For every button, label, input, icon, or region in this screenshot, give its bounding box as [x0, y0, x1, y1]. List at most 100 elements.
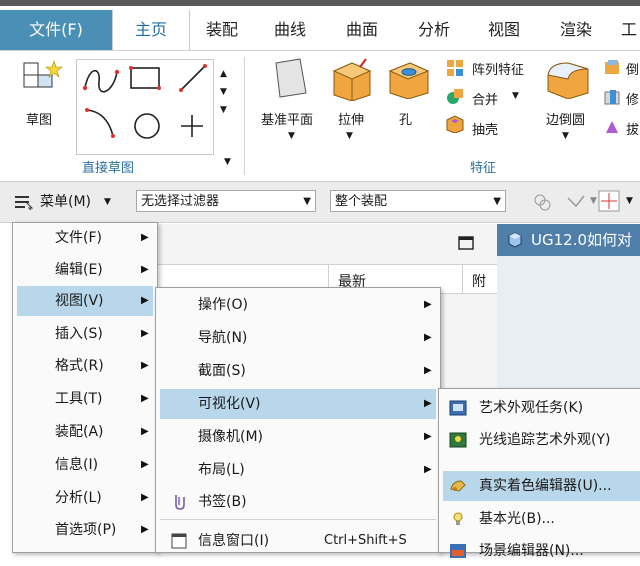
point-constructor-icon[interactable] — [598, 190, 620, 212]
menu-item-artistic-appearance-task[interactable]: 艺术外观任务(K) — [439, 393, 640, 423]
menu-item-camera[interactable]: 摄像机(M) ▶ — [156, 422, 440, 452]
trim-label-partial[interactable]: 修 — [626, 89, 639, 108]
ribbon: 草图 ▲ ▼ ▼ 直接草图 ▼ 基准平面 ▼ 拉伸 ▼ 孔 阵列特征 合并 ▼ … — [0, 50, 640, 181]
sketch-icon[interactable] — [20, 57, 64, 97]
menu-item-info-window[interactable]: 信息窗口(I) Ctrl+Shift+S — [156, 526, 440, 556]
menu-item-basic-lights[interactable]: 基本光(B)... — [439, 504, 640, 534]
chevron-right-icon: ▶ — [424, 365, 432, 376]
menu-item-visualization[interactable]: 可视化(V) ▶ — [160, 389, 436, 419]
tab-home[interactable]: 主页 — [112, 10, 190, 50]
menu-button-label: 菜单(M) — [40, 194, 92, 210]
menu-item-info[interactable]: 信息(I) ▶ — [13, 450, 157, 480]
maximize-icon[interactable] — [458, 236, 474, 250]
edge-blend-icon[interactable] — [546, 59, 590, 99]
menu-item-tools[interactable]: 工具(T) ▶ — [13, 384, 157, 414]
extrude-label: 拉伸 — [338, 113, 365, 128]
menu-item-view[interactable]: 视图(V) ▶ — [17, 286, 153, 316]
datum-plane-dropdown-icon[interactable]: ▼ — [288, 131, 295, 141]
chevron-right-icon: ▶ — [141, 426, 149, 437]
chevron-right-icon: ▶ — [141, 264, 149, 275]
group-expand-icon[interactable]: ▼ — [224, 157, 231, 167]
chevron-right-icon: ▶ — [141, 232, 149, 243]
menu-item-insert[interactable]: 插入(S) ▶ — [13, 319, 157, 349]
datum-plane-label: 基准平面 — [261, 113, 314, 128]
chevron-right-icon: ▶ — [424, 299, 432, 310]
window-top-strip — [0, 0, 640, 6]
menu-item-layout[interactable]: 布局(L) ▶ — [156, 455, 440, 485]
menu-item-section[interactable]: 截面(S) ▶ — [156, 356, 440, 386]
menu-item-assembly[interactable]: 装配(A) ▶ — [13, 417, 157, 447]
true-shading-editor-icon — [450, 480, 466, 492]
chamfer-icon[interactable] — [604, 59, 620, 75]
menu-item-format[interactable]: 格式(R) ▶ — [13, 351, 157, 381]
tab-view[interactable]: 视图 — [472, 10, 536, 50]
pattern-feature-icon[interactable] — [446, 59, 464, 77]
point-dropdown-icon[interactable]: ▼ — [626, 196, 633, 206]
edge-blend-dropdown-icon[interactable]: ▼ — [562, 131, 569, 141]
draft-label-partial[interactable]: 拔 — [626, 119, 639, 138]
edge-blend-label: 边倒圆 — [546, 113, 586, 128]
chevron-right-icon: ▶ — [141, 393, 149, 404]
tab-tools[interactable]: 工 — [614, 10, 640, 50]
scene-editor-icon — [450, 544, 466, 558]
menu-item-edit[interactable]: 编辑(E) ▶ — [13, 255, 157, 285]
selection-filter-value: 无选择过滤器 — [141, 194, 220, 209]
gallery-scroll-controls[interactable]: ▲ ▼ ▼ — [220, 65, 227, 119]
view-submenu: 操作(O) ▶ 导航(N) ▶ 截面(S) ▶ 可视化(V) ▶ 摄像机(M) ▶ 布局(… — [155, 287, 441, 553]
snap-point-icon[interactable] — [566, 192, 588, 212]
assembly-scope-combo[interactable]: 整个装配 ▼ — [330, 190, 506, 212]
menu-item-analysis[interactable]: 分析(L) ▶ — [13, 483, 157, 513]
shell-icon[interactable] — [446, 115, 464, 133]
group-direct-sketch-label: 直接草图 — [82, 161, 135, 176]
menu-item-navigation[interactable]: 导航(N) ▶ — [156, 323, 440, 353]
chevron-right-icon: ▶ — [424, 431, 432, 442]
menu-item-operation[interactable]: 操作(O) ▶ — [156, 290, 440, 320]
ribbon-separator — [244, 57, 245, 175]
info-window-icon — [171, 533, 187, 549]
chamfer-label-partial[interactable]: 倒 — [626, 59, 639, 78]
ribbon-tab-bar: 文件(F) 主页 装配 曲线 曲面 分析 视图 渲染 工 — [0, 0, 640, 50]
snap-icon[interactable] — [532, 192, 552, 212]
pattern-feature-label[interactable]: 阵列特征 — [472, 59, 524, 78]
extrude-dropdown-icon[interactable]: ▼ — [346, 131, 353, 141]
draft-icon[interactable] — [604, 119, 620, 135]
menu-icon — [15, 196, 34, 210]
menu-item-preferences[interactable]: 首选项(P) ▶ — [13, 515, 157, 545]
graphics-window-title-bar: UG12.0如何对 — [497, 224, 640, 256]
info-window-shortcut: Ctrl+Shift+S — [324, 533, 407, 548]
menu-item-file[interactable]: 文件(F) ▶ — [13, 223, 157, 253]
bookmark-icon — [175, 495, 185, 510]
selection-filter-combo[interactable]: 无选择过滤器 ▼ — [136, 190, 316, 212]
tab-curve[interactable]: 曲线 — [258, 10, 322, 50]
sketch-curve-tools[interactable] — [77, 60, 213, 154]
chevron-right-icon: ▶ — [141, 328, 149, 339]
tab-surface[interactable]: 曲面 — [330, 10, 394, 50]
snap-dropdown-icon[interactable]: ▼ — [590, 196, 597, 206]
hole-icon[interactable] — [388, 59, 430, 99]
chevron-right-icon: ▶ — [141, 360, 149, 371]
menu-item-scene-editor[interactable]: 场景编辑器(N)... — [439, 536, 640, 566]
chevron-right-icon: ▶ — [141, 459, 149, 470]
tab-assembly[interactable]: 装配 — [190, 10, 254, 50]
menu-dropdown-icon: ▼ — [104, 197, 111, 207]
chevron-right-icon: ▶ — [424, 332, 432, 343]
menu-item-bookmark[interactable]: 书签(B) — [156, 487, 440, 517]
tab-analysis[interactable]: 分析 — [402, 10, 466, 50]
selection-toolbar: 菜单(M) ▼ 无选择过滤器 ▼ 整个装配 ▼ ▼ ▼ — [0, 181, 640, 223]
tab-file[interactable]: 文件(F) — [0, 10, 112, 50]
chevron-down-icon: ▼ — [303, 196, 311, 207]
menu-button[interactable]: 菜单(M) ▼ — [12, 190, 116, 214]
menu-item-true-shading-editor[interactable]: 真实着色编辑器(U)... — [443, 471, 640, 501]
trim-body-icon[interactable] — [604, 89, 620, 105]
unite-dropdown-icon[interactable]: ▼ — [512, 91, 519, 101]
unite-label[interactable]: 合并 — [472, 89, 498, 108]
menu-item-ray-traced-studio[interactable]: 光线追踪艺术外观(Y) — [439, 425, 640, 455]
datum-plane-icon[interactable] — [270, 57, 312, 99]
group-features-label: 特征 — [470, 161, 497, 176]
main-menu: 文件(F) ▶ 编辑(E) ▶ 视图(V) ▶ 插入(S) ▶ 格式(R) ▶ 工具(T)… — [12, 222, 158, 553]
shell-label[interactable]: 抽壳 — [472, 119, 498, 138]
unite-icon[interactable] — [446, 87, 464, 105]
column-partial[interactable]: 附 — [472, 271, 486, 291]
tab-render[interactable]: 渲染 — [544, 10, 608, 50]
extrude-icon[interactable] — [330, 57, 374, 101]
